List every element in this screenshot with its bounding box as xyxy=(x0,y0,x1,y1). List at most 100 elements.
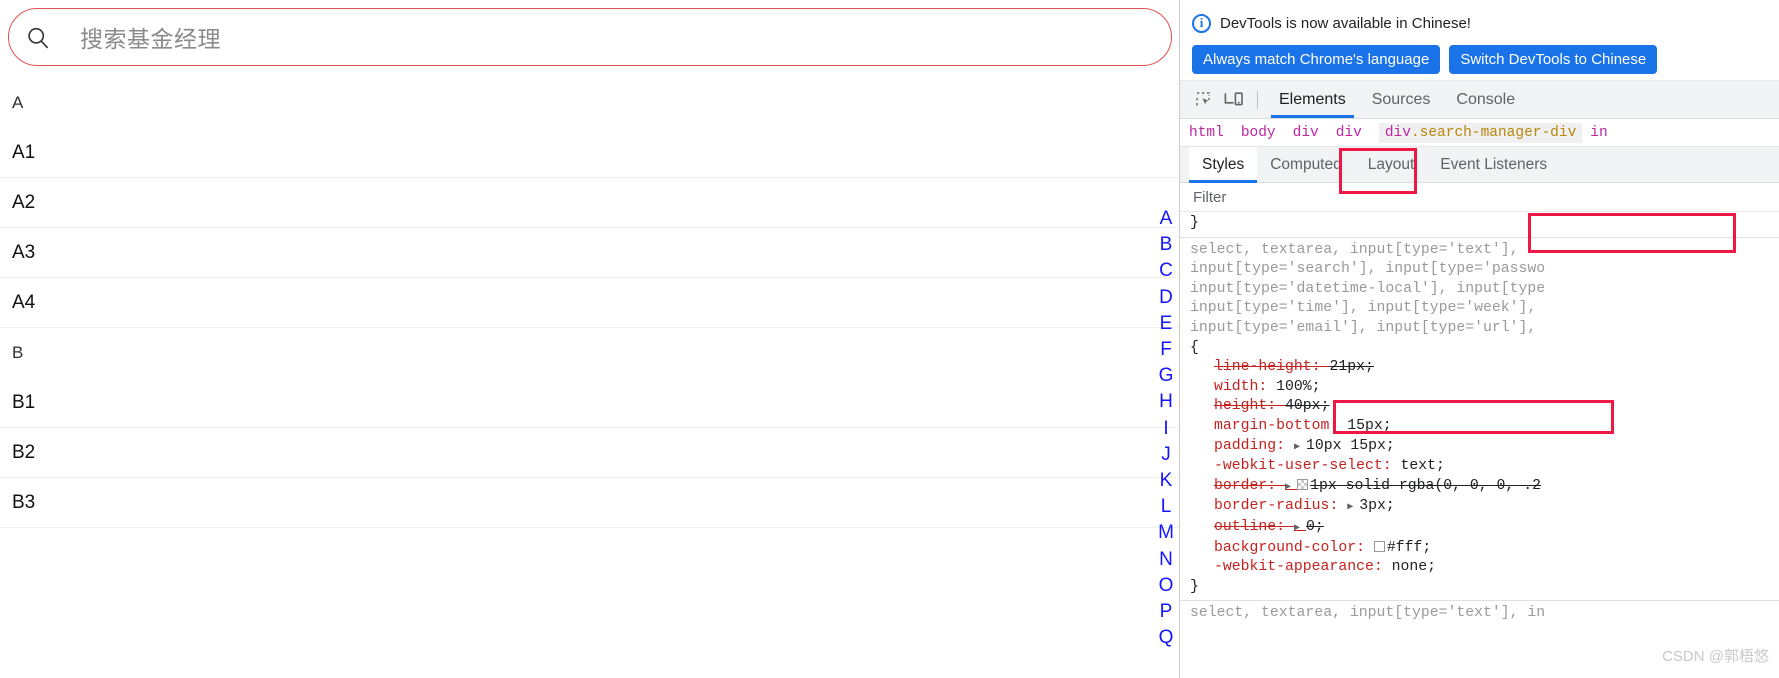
css-declaration-height[interactable]: height: 40px; xyxy=(1180,397,1779,417)
breadcrumb-node-2[interactable]: div xyxy=(1293,125,1328,141)
alpha-index-letter-h[interactable]: H xyxy=(1159,389,1173,415)
css-property-value: #fff; xyxy=(1386,539,1432,556)
alpha-index-letter-p[interactable]: P xyxy=(1160,599,1173,625)
tab-sources[interactable]: Sources xyxy=(1359,81,1444,118)
breadcrumb-node-1[interactable]: body xyxy=(1241,125,1285,141)
page-under-test: 搜索基金经理 A A1 A2 A3 A4 B B1 B2 B3 ABCDEFGHIJKLMNOP… xyxy=(0,0,1179,678)
list-item-label: A1 xyxy=(12,141,36,163)
css-declaration-width[interactable]: width: 100%; xyxy=(1180,378,1779,398)
css-declaration-margin-bottom[interactable]: margin-bottom: 15px; xyxy=(1180,417,1779,437)
alpha-index-letter-c[interactable]: C xyxy=(1159,258,1173,284)
tab-computed-label: Computed xyxy=(1270,155,1342,173)
next-css-rule-selector[interactable]: select, textarea, input[type='text'], in xyxy=(1180,604,1779,624)
breadcrumb-node-class-4: .search-manager-div xyxy=(1410,124,1577,141)
css-declaration-border-radius[interactable]: border-radius: ▶ 3px; xyxy=(1180,497,1779,518)
list-item[interactable]: A1 xyxy=(0,128,1179,178)
css-property-value: 40px; xyxy=(1285,398,1330,415)
css-selector-line-3[interactable]: input[type='time'], input[type='week'], xyxy=(1180,299,1779,319)
css-selector-line-1[interactable]: input[type='search'], input[type='passwo xyxy=(1180,260,1779,280)
banner-message: DevTools is now available in Chinese! xyxy=(1220,14,1471,32)
list-item-label: B3 xyxy=(12,491,36,513)
device-toolbar-icon[interactable] xyxy=(1219,85,1249,115)
css-declaration-line-height[interactable]: line-height: 21px; xyxy=(1180,358,1779,378)
expand-triangle-icon[interactable]: ▶ xyxy=(1347,502,1359,513)
css-declaration--webkit-appearance[interactable]: -webkit-appearance: none; xyxy=(1180,558,1779,578)
expand-triangle-icon[interactable]: ▶ xyxy=(1285,482,1297,493)
alpha-index-letter-k[interactable]: K xyxy=(1160,468,1173,494)
css-property-name: border xyxy=(1214,477,1268,494)
tab-styles[interactable]: Styles xyxy=(1189,147,1258,183)
list-item[interactable]: A2 xyxy=(0,178,1179,228)
css-property-name: margin-bottom xyxy=(1214,417,1330,434)
tab-elements[interactable]: Elements xyxy=(1266,81,1359,118)
alpha-index-letter-j[interactable]: J xyxy=(1161,442,1171,468)
tab-computed[interactable]: Computed xyxy=(1257,147,1355,182)
tab-console[interactable]: Console xyxy=(1443,81,1528,118)
css-declaration-outline[interactable]: outline: ▶ 0; xyxy=(1180,518,1779,539)
alpha-index-letter-d[interactable]: D xyxy=(1159,285,1173,311)
color-swatch-icon[interactable] xyxy=(1297,478,1309,490)
alpha-index-letter-n[interactable]: N xyxy=(1159,547,1173,573)
list-item-label: A4 xyxy=(12,291,36,313)
list-section-header: A xyxy=(0,78,1179,128)
list-item[interactable]: A4 xyxy=(0,278,1179,328)
css-property-value: none; xyxy=(1391,559,1437,576)
screenshot-root: 搜索基金经理 A A1 A2 A3 A4 B B1 B2 B3 ABCDEFGHIJKLMNOP… xyxy=(0,0,1779,678)
css-property-name: -webkit-user-select xyxy=(1214,458,1383,475)
tab-layout[interactable]: Layout xyxy=(1355,147,1428,182)
css-property-value: 0; xyxy=(1305,518,1324,535)
css-property-value: 10px 15px; xyxy=(1305,437,1395,454)
tab-elements-label: Elements xyxy=(1279,90,1346,108)
expand-triangle-icon[interactable]: ▶ xyxy=(1294,442,1306,453)
css-declaration-border[interactable]: border: ▶ 1px solid rgba(0, 0, 0, .2 xyxy=(1180,477,1779,498)
expand-triangle-icon[interactable]: ▶ xyxy=(1294,523,1306,534)
styles-sidebar-tabs: Styles Computed Layout Event Listeners xyxy=(1180,147,1779,183)
rule-open-brace: { xyxy=(1190,339,1199,356)
list-item[interactable]: A3 xyxy=(0,228,1179,278)
breadcrumb-node-5[interactable]: in xyxy=(1590,125,1616,141)
inspect-element-icon[interactable] xyxy=(1189,85,1219,115)
css-property-value: 3px; xyxy=(1359,498,1395,515)
alpha-index-letter-g[interactable]: G xyxy=(1159,363,1174,389)
search-icon xyxy=(26,26,50,50)
switch-devtools-language-button[interactable]: Switch DevTools to Chinese xyxy=(1449,45,1658,74)
alpha-index-letter-l[interactable]: L xyxy=(1161,494,1172,520)
css-declarations: line-height: 21px; width: 100%; height: 40… xyxy=(1180,358,1779,578)
alpha-index-letter-m[interactable]: M xyxy=(1158,520,1174,546)
styles-filter-input[interactable]: Filter xyxy=(1180,183,1779,212)
list-item[interactable]: B3 xyxy=(0,478,1179,528)
alpha-index-letter-a[interactable]: A xyxy=(1160,206,1173,232)
alpha-index-letter-i[interactable]: I xyxy=(1163,416,1168,442)
css-selector-line-2[interactable]: input[type='datetime-local'], input[type xyxy=(1180,280,1779,300)
list-item-label: A3 xyxy=(12,241,36,263)
breadcrumb-node-3[interactable]: div xyxy=(1336,125,1371,141)
breadcrumb-node-0[interactable]: html xyxy=(1189,125,1233,141)
css-declaration-padding[interactable]: padding: ▶ 10px 15px; xyxy=(1180,437,1779,458)
css-declaration-background-color[interactable]: background-color: #fff; xyxy=(1180,539,1779,559)
alpha-index-letter-e[interactable]: E xyxy=(1160,311,1173,337)
css-selector-line-4[interactable]: input[type='email'], input[type='url'], xyxy=(1180,319,1779,339)
css-property-name: width xyxy=(1214,378,1259,395)
list-item-label: B1 xyxy=(12,391,36,413)
css-property-value: 15px; xyxy=(1347,417,1392,434)
css-declaration--webkit-user-select[interactable]: -webkit-user-select: text; xyxy=(1180,457,1779,477)
list-item[interactable]: B2 xyxy=(0,428,1179,478)
css-selector-line-0[interactable]: select, textarea, input[type='text'], xyxy=(1180,241,1779,261)
css-property-value: 1px solid rgba(0, 0, 0, .2 xyxy=(1310,477,1541,494)
alpha-index-letter-f[interactable]: F xyxy=(1160,337,1172,363)
list-item-label: A2 xyxy=(12,191,36,213)
color-swatch-icon[interactable] xyxy=(1373,540,1385,552)
alpha-index-letter-q[interactable]: Q xyxy=(1159,625,1174,651)
toolbar-divider xyxy=(1257,90,1258,109)
alpha-index-letter-o[interactable]: O xyxy=(1159,573,1174,599)
list-item[interactable]: B1 xyxy=(0,378,1179,428)
css-property-name: background-color xyxy=(1214,539,1357,556)
search-bar[interactable]: 搜索基金经理 xyxy=(8,8,1172,66)
list-section-header: B xyxy=(0,328,1179,378)
tab-event-listeners[interactable]: Event Listeners xyxy=(1427,147,1560,182)
css-selector-lines[interactable]: select, textarea, input[type='text'], inp… xyxy=(1180,241,1779,339)
alpha-index-letter-b[interactable]: B xyxy=(1160,232,1173,258)
always-match-language-button[interactable]: Always match Chrome's language xyxy=(1192,45,1441,74)
breadcrumb-node-4[interactable]: div.search-manager-div xyxy=(1378,122,1583,143)
alphabet-index-rail[interactable]: ABCDEFGHIJKLMNOPQ xyxy=(1152,206,1179,651)
